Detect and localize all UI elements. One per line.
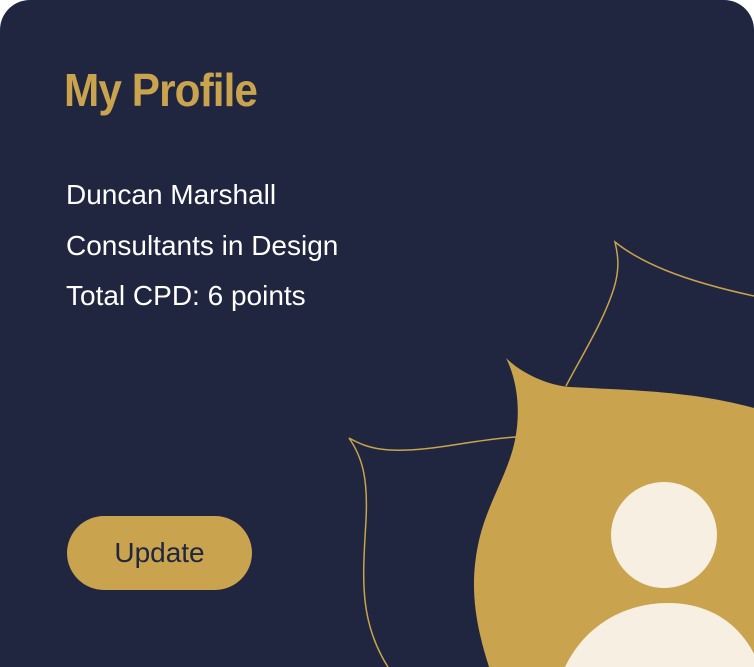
profile-card: My Profile Duncan Marshall Consultants i… [0,0,754,667]
user-name: Duncan Marshall [66,179,277,210]
page-title: My Profile [64,64,258,116]
avatar-head [611,482,717,588]
avatar-body [565,603,754,667]
update-button[interactable]: Update [67,516,252,590]
user-company: Consultants in Design [66,230,339,261]
cpd-total: Total CPD: 6 points [66,280,306,311]
